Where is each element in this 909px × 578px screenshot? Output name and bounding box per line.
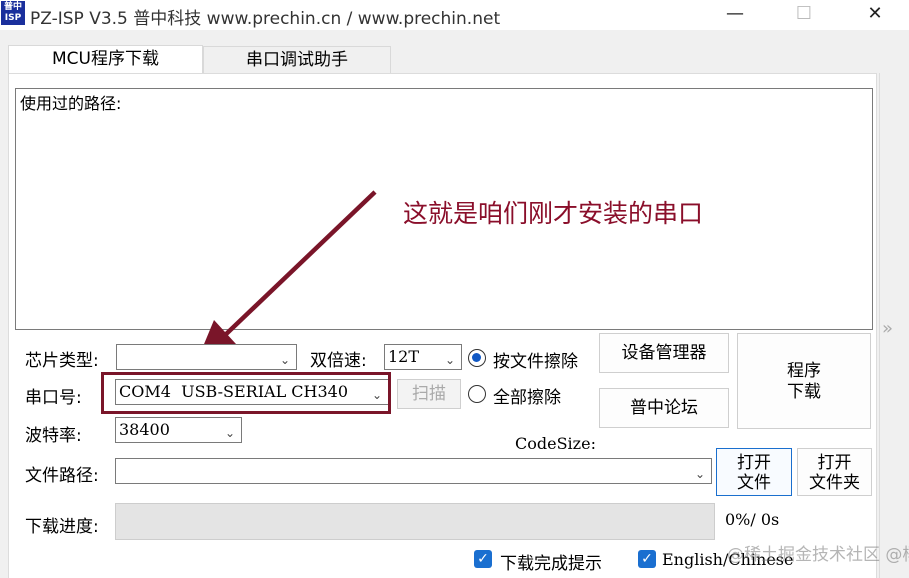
open-file-line2: 文件 [737,473,771,493]
open-folder-line2: 文件夹 [809,473,860,493]
erase-by-file-label: 按文件擦除 [493,352,578,372]
chip-type-select[interactable]: ⌄ [116,344,297,370]
forum-button[interactable]: 普中论坛 [599,388,729,428]
program-download-button[interactable]: 程序 下载 [737,333,871,429]
baud-rate-value: 38400 [119,420,170,439]
english-chinese-checkbox[interactable]: ✓ [638,550,656,568]
chip-type-label: 芯片类型: [25,351,99,371]
erase-all-label: 全部擦除 [493,388,561,408]
baud-rate-label: 波特率: [25,426,82,446]
codesize-label: CodeSize: [515,434,596,453]
chevron-down-icon: ⌄ [224,426,235,440]
open-file-button[interactable]: 打开 文件 [716,448,792,496]
scan-button[interactable]: 扫描 [397,379,461,409]
progress-label: 下载进度: [25,517,99,537]
download-complete-checkbox[interactable]: ✓ [474,550,492,568]
progress-text: 0%/ 0s [725,510,780,529]
device-manager-button[interactable]: 设备管理器 [599,333,729,373]
download-progress-bar [115,503,715,540]
double-speed-label: 双倍速: [310,351,367,371]
file-path-select[interactable]: ⌄ [115,458,712,484]
chevron-down-icon: ⌄ [694,467,705,481]
double-speed-value: 12T [388,347,420,366]
open-folder-line1: 打开 [817,453,852,473]
file-path-label: 文件路径: [25,466,99,486]
baud-rate-select[interactable]: 38400 ⌄ [115,417,242,443]
download-complete-label: 下载完成提示 [500,554,602,574]
program-download-line1: 程序 [787,361,821,381]
chevron-down-icon: ⌄ [444,353,455,367]
watermark: @稀土掘金技术社区 @杨校 [727,545,909,565]
erase-all-radio[interactable] [468,385,486,403]
chevron-down-icon: ⌄ [279,353,290,367]
open-folder-button[interactable]: 打开 文件夹 [797,448,872,496]
open-file-line1: 打开 [737,453,771,473]
double-speed-select[interactable]: 12T ⌄ [384,344,462,370]
serial-port-label: 串口号: [25,388,82,408]
program-download-line2: 下载 [787,382,821,402]
erase-by-file-radio[interactable] [468,349,486,367]
serial-port-highlight [101,372,391,414]
